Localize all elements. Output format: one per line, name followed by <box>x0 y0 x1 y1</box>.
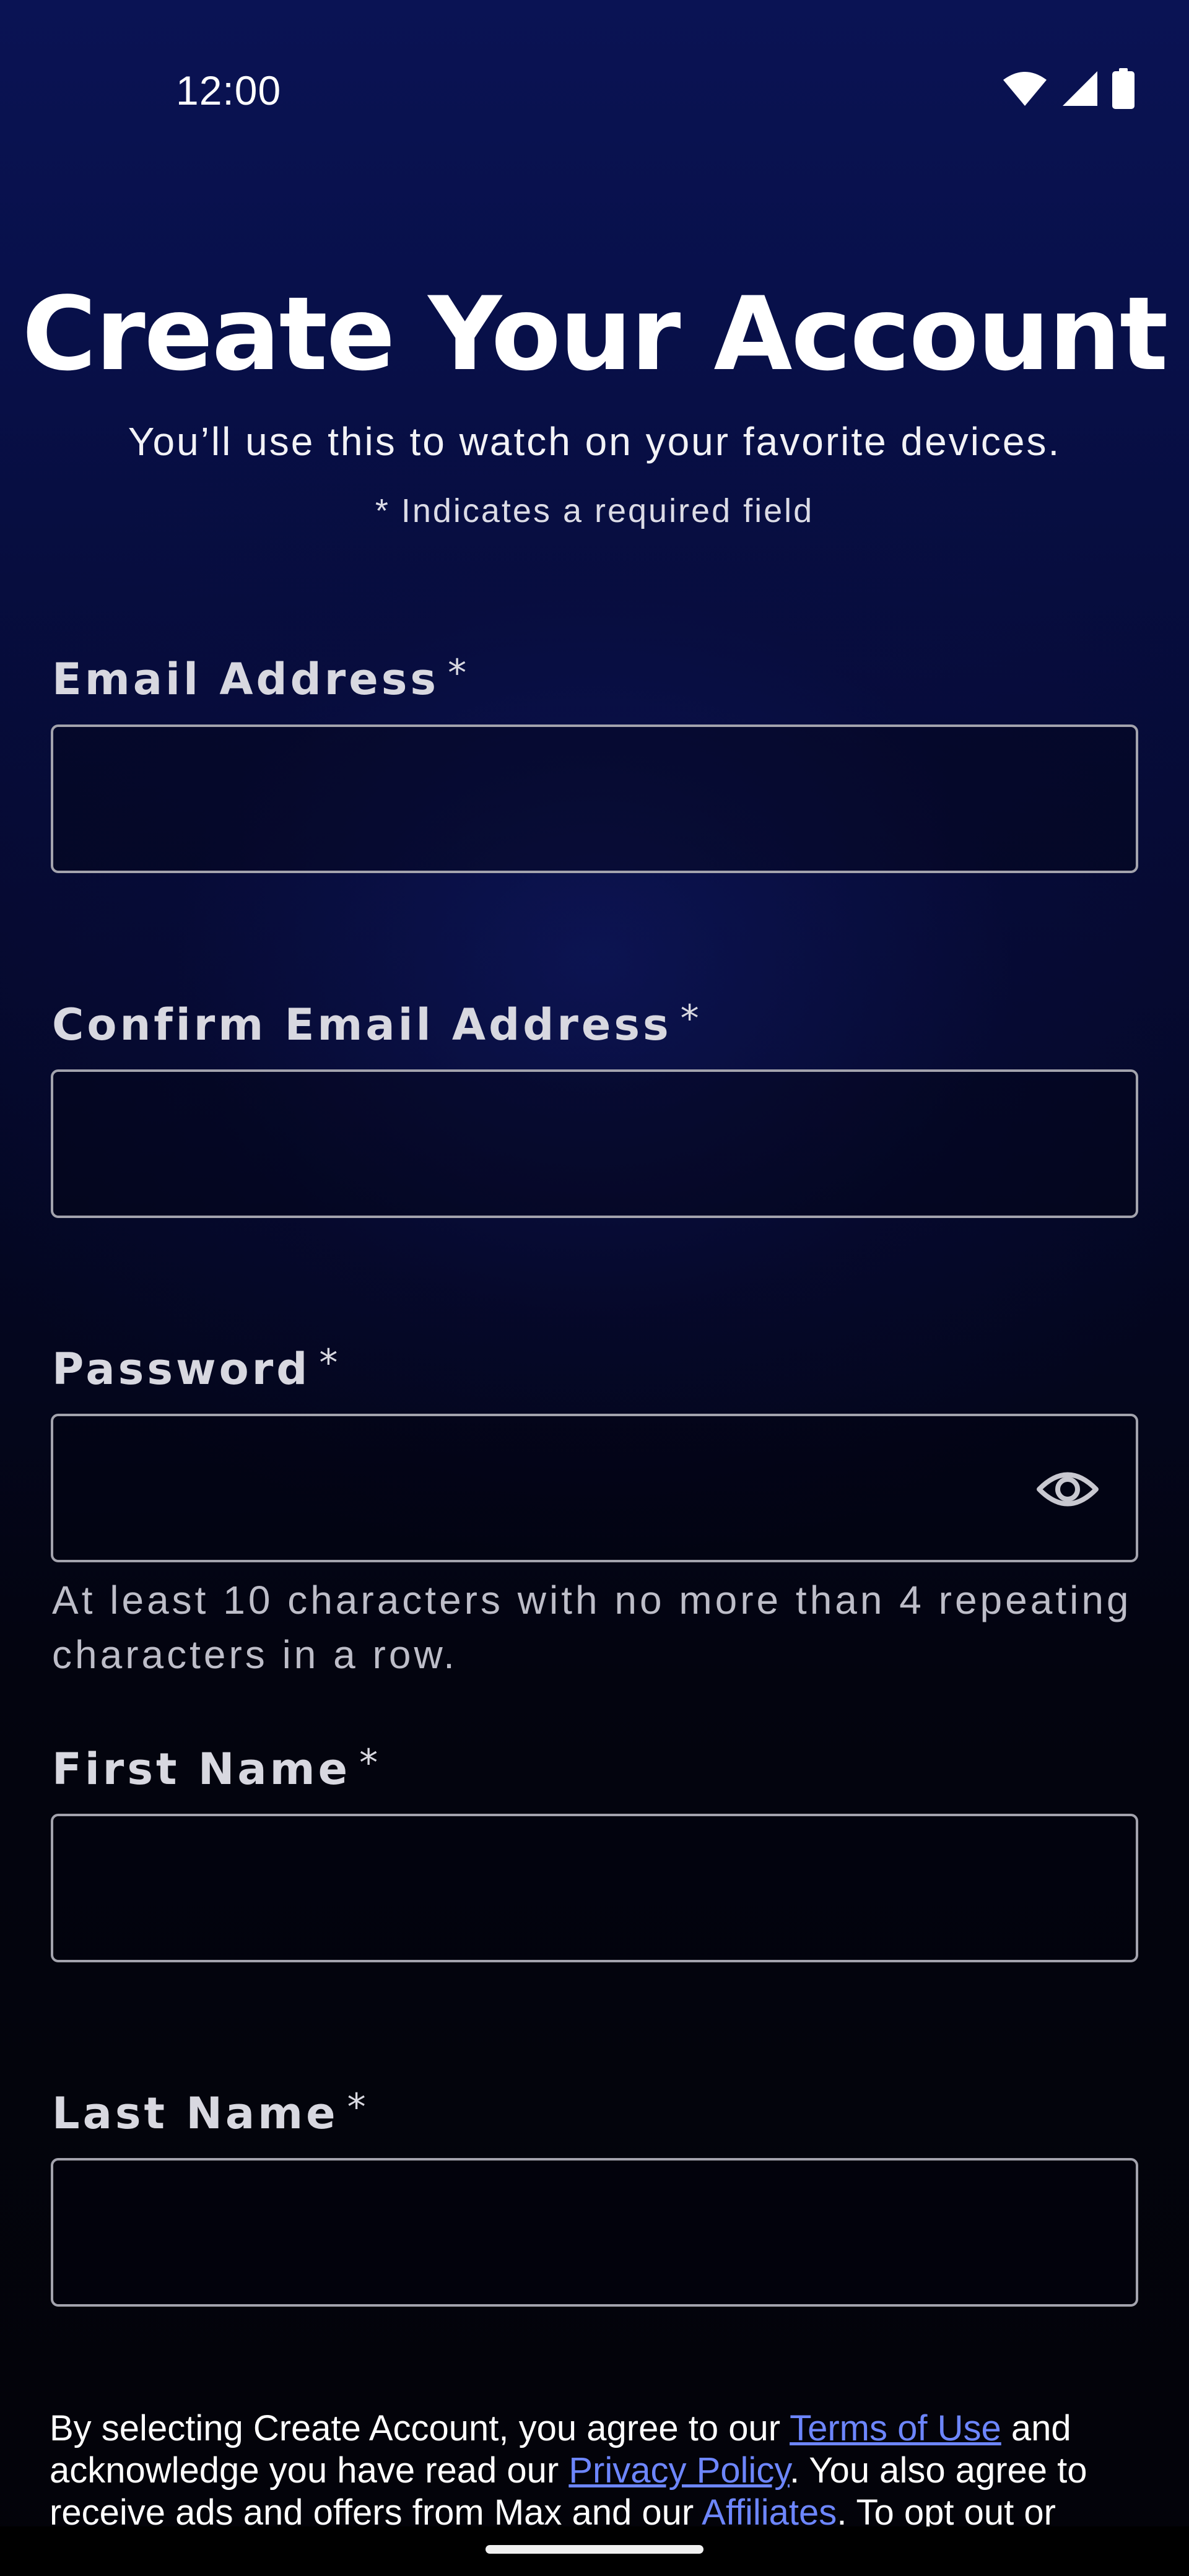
first-name-input[interactable] <box>53 1816 1136 1960</box>
email-field[interactable] <box>51 724 1138 873</box>
status-bar: 12:00 <box>0 0 1189 186</box>
required-mark: * <box>347 2086 369 2129</box>
confirm-email-input[interactable] <box>53 1072 1136 1216</box>
legal-text: . To opt out or <box>837 2492 1056 2526</box>
first-name-field[interactable] <box>51 1814 1138 1962</box>
last-name-label-text: Last Name <box>52 2088 339 2139</box>
battery-icon <box>1112 67 1135 112</box>
show-password-button[interactable] <box>1037 1466 1099 1515</box>
terms-of-use-link[interactable]: Terms of Use <box>790 2408 1001 2448</box>
legal-text: By selecting Create Account, you agree t… <box>50 2408 790 2448</box>
confirm-email-label-text: Confirm Email Address <box>52 999 672 1050</box>
privacy-policy-link[interactable]: Privacy Policy <box>568 2450 790 2491</box>
password-field[interactable] <box>51 1414 1138 1562</box>
email-label: Email Address * <box>52 651 470 705</box>
password-label-text: Password <box>52 1344 311 1395</box>
last-name-label: Last Name * <box>52 2086 369 2139</box>
required-mark: * <box>319 1341 341 1385</box>
password-label: Password * <box>52 1341 341 1395</box>
status-time: 12:00 <box>176 67 282 113</box>
cellular-signal-icon <box>1061 70 1099 110</box>
affiliates-link[interactable]: Affiliates <box>702 2492 837 2526</box>
legal-disclaimer: By selecting Create Account, you agree t… <box>50 2408 1152 2526</box>
wifi-icon <box>1002 70 1048 110</box>
page-title: Create Your Account <box>22 275 1169 393</box>
page-subtitle: You’ll use this to watch on your favorit… <box>128 419 1061 464</box>
required-mark: * <box>448 651 470 695</box>
required-mark: * <box>680 997 702 1040</box>
first-name-label-text: First Name <box>52 1744 351 1795</box>
password-input[interactable] <box>53 1416 1136 1560</box>
first-name-label: First Name * <box>52 1741 381 1795</box>
status-icons <box>1002 67 1135 112</box>
password-hint: At least 10 characters with no more than… <box>52 1578 1132 1677</box>
eye-icon <box>1037 1468 1099 1514</box>
home-gesture-handle[interactable] <box>486 2545 703 2554</box>
email-label-text: Email Address <box>52 654 440 705</box>
last-name-input[interactable] <box>53 2160 1136 2304</box>
required-mark: * <box>359 1741 381 1785</box>
email-input[interactable] <box>53 727 1136 871</box>
required-field-note: * Indicates a required field <box>375 492 814 529</box>
navigation-bar <box>0 2526 1189 2576</box>
confirm-email-label: Confirm Email Address * <box>52 997 702 1050</box>
confirm-email-field[interactable] <box>51 1069 1138 1218</box>
last-name-field[interactable] <box>51 2158 1138 2307</box>
